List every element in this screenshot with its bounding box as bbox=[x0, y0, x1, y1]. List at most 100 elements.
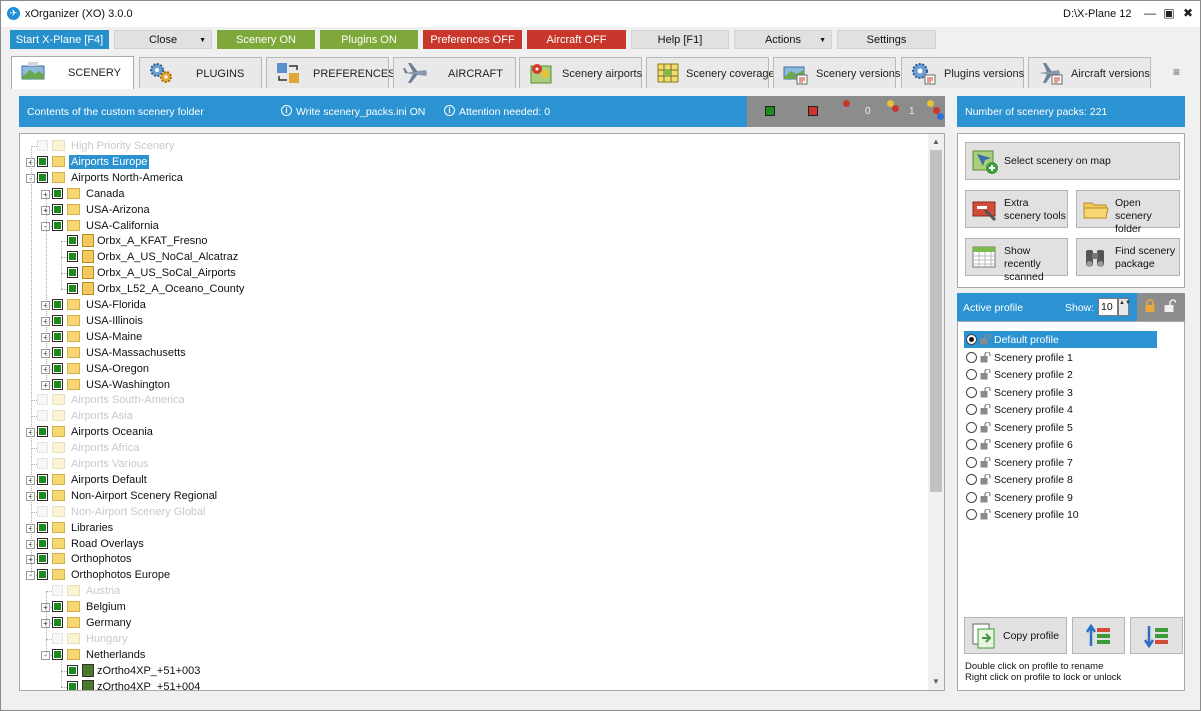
scenery-folder-row[interactable]: + USA-Illinois bbox=[20, 313, 920, 329]
profile-radio[interactable] bbox=[966, 456, 977, 468]
scenery-folder-row[interactable]: + USA-Arizona bbox=[20, 202, 920, 218]
enable-checkbox[interactable] bbox=[37, 426, 48, 438]
scenery-folder-row[interactable]: + Canada bbox=[20, 186, 920, 202]
scenery-folder-row[interactable]: Austria bbox=[20, 583, 920, 599]
enable-checkbox[interactable] bbox=[52, 378, 63, 390]
profile-item[interactable]: Default profile bbox=[964, 331, 1157, 348]
enable-checkbox[interactable] bbox=[37, 155, 48, 167]
scroll-up-icon[interactable]: ▲ bbox=[928, 134, 944, 150]
scenery-folder-row[interactable]: - Orthophotos Europe bbox=[20, 567, 920, 583]
enable-checkbox[interactable] bbox=[37, 140, 48, 151]
tab-scenery-airports[interactable]: Scenery airports bbox=[519, 57, 642, 88]
scenery-package-row[interactable]: Orbx_A_US_SoCal_Airports bbox=[20, 265, 920, 281]
scroll-down-icon[interactable]: ▼ bbox=[928, 674, 944, 690]
show-count-input[interactable]: 10 bbox=[1098, 298, 1118, 316]
scenery-folder-row[interactable]: Airports Africa bbox=[20, 440, 920, 456]
tab-scenery-coverage[interactable]: Scenery coverage bbox=[646, 57, 775, 88]
scenery-folder-row[interactable]: + USA-Florida bbox=[20, 297, 920, 313]
scenery-folder-row[interactable]: + Airports Europe bbox=[20, 154, 920, 170]
enable-checkbox[interactable] bbox=[67, 283, 78, 295]
scenery-folder-row[interactable]: + Orthophotos bbox=[20, 551, 920, 567]
scenery-folder-row[interactable]: + USA-Maine bbox=[20, 329, 920, 345]
profile-radio[interactable] bbox=[966, 491, 977, 503]
scenery-folder-row[interactable]: + Road Overlays bbox=[20, 536, 920, 552]
tab-plugins-versions[interactable]: Plugins versions bbox=[901, 57, 1024, 88]
profile-radio[interactable] bbox=[966, 404, 977, 415]
enable-checkbox[interactable] bbox=[52, 219, 63, 231]
enable-checkbox[interactable] bbox=[52, 346, 63, 358]
profile-item[interactable]: Scenery profile 2 bbox=[964, 366, 1157, 383]
enable-checkbox[interactable] bbox=[37, 171, 48, 183]
scenery-folder-row[interactable]: Airports South-America bbox=[20, 392, 920, 408]
scenery-folder-row[interactable]: + Libraries bbox=[20, 520, 920, 536]
enable-checkbox[interactable] bbox=[37, 410, 48, 422]
show-count-stepper[interactable]: ▲▼ bbox=[1118, 298, 1131, 316]
tab-scenery-versions[interactable]: Scenery versions bbox=[773, 57, 900, 88]
actions-dropdown-button[interactable]: Actions ▼ bbox=[734, 30, 832, 49]
tab-preferences[interactable]: PREFERENCES bbox=[266, 57, 396, 88]
profile-radio[interactable] bbox=[966, 334, 977, 345]
scenery-package-row[interactable]: zOrtho4XP_+51+003 bbox=[20, 663, 920, 679]
scenery-package-row[interactable]: Orbx_L52_A_Oceano_County bbox=[20, 281, 920, 297]
open-scenery-folder-button[interactable]: Open scenery folder bbox=[1076, 190, 1180, 235]
lock-icon[interactable] bbox=[1144, 299, 1156, 313]
scenery-folder-row[interactable]: Airports Asia bbox=[20, 408, 920, 424]
profile-radio[interactable] bbox=[966, 421, 977, 433]
settings-button[interactable]: Settings bbox=[837, 30, 936, 49]
profile-item[interactable]: Scenery profile 10 bbox=[964, 506, 1157, 523]
start-xplane-button[interactable]: Start X-Plane [F4] bbox=[10, 30, 109, 49]
tab-plugins[interactable]: PLUGINS bbox=[139, 57, 262, 88]
scenery-folder-row[interactable]: + Airports Default bbox=[20, 472, 920, 488]
scroll-thumb[interactable] bbox=[930, 150, 942, 492]
enable-checkbox[interactable] bbox=[37, 553, 48, 565]
enable-checkbox[interactable] bbox=[67, 267, 78, 279]
enable-checkbox[interactable] bbox=[37, 537, 48, 549]
help-button[interactable]: Help [F1] bbox=[631, 30, 729, 49]
aircraft-toggle-button[interactable]: Aircraft OFF bbox=[527, 30, 626, 49]
enable-checkbox[interactable] bbox=[37, 489, 48, 501]
scenery-folder-row[interactable]: + Germany bbox=[20, 615, 920, 631]
enable-checkbox[interactable] bbox=[52, 330, 63, 342]
enable-checkbox[interactable] bbox=[37, 458, 48, 469]
tab-aircraft[interactable]: AIRCRAFT bbox=[393, 57, 516, 88]
enable-checkbox[interactable] bbox=[37, 505, 48, 517]
profile-radio[interactable] bbox=[966, 509, 977, 520]
attention-status[interactable]: Attention needed: 0 bbox=[459, 106, 550, 118]
enable-checkbox[interactable] bbox=[37, 569, 48, 581]
scenery-folder-row[interactable]: + Non-Airport Scenery Regional bbox=[20, 488, 920, 504]
scenery-folder-row[interactable]: + Airports Oceania bbox=[20, 424, 920, 440]
disabled-legend-icon[interactable] bbox=[808, 106, 818, 116]
find-scenery-package-button[interactable]: Find scenery package bbox=[1076, 238, 1180, 276]
move-profile-down-button[interactable] bbox=[1130, 617, 1183, 654]
minimize-button[interactable]: — bbox=[1142, 5, 1158, 21]
select-scenery-on-map-button[interactable]: Select scenery on map bbox=[965, 142, 1180, 180]
plugins-toggle-button[interactable]: Plugins ON bbox=[320, 30, 418, 49]
enable-checkbox[interactable] bbox=[52, 203, 63, 215]
scenery-folder-row[interactable]: + USA-Massachusetts bbox=[20, 345, 920, 361]
profile-radio[interactable] bbox=[966, 474, 977, 485]
enable-checkbox[interactable] bbox=[67, 251, 78, 263]
profile-radio[interactable] bbox=[966, 369, 977, 380]
maximize-button[interactable]: ▣ bbox=[1161, 5, 1177, 21]
enable-checkbox[interactable] bbox=[67, 235, 78, 247]
move-profile-up-button[interactable] bbox=[1072, 617, 1125, 654]
enabled-legend-icon[interactable] bbox=[765, 106, 775, 116]
preferences-toggle-button[interactable]: Preferences OFF bbox=[423, 30, 522, 49]
close-window-button[interactable]: ✖ bbox=[1180, 5, 1196, 21]
scenery-folder-row[interactable]: High Priority Scenery bbox=[20, 138, 920, 154]
close-dropdown-button[interactable]: Close ▼ bbox=[114, 30, 212, 49]
unlock-icon[interactable] bbox=[1164, 299, 1176, 313]
enable-checkbox[interactable] bbox=[37, 473, 48, 485]
copy-profile-button[interactable]: Copy profile bbox=[964, 617, 1067, 654]
enable-checkbox[interactable] bbox=[37, 394, 48, 406]
profile-item[interactable]: Scenery profile 9 bbox=[964, 489, 1157, 506]
scenery-package-row[interactable]: Orbx_A_US_NoCal_Alcatraz bbox=[20, 249, 920, 265]
profile-item[interactable]: Scenery profile 4 bbox=[964, 401, 1157, 418]
scenery-folder-row[interactable]: - Netherlands bbox=[20, 647, 920, 663]
scenery-folder-row[interactable]: Airports Various bbox=[20, 456, 920, 472]
scenery-package-row[interactable]: zOrtho4XP_+51+004 bbox=[20, 679, 920, 690]
enable-checkbox[interactable] bbox=[52, 617, 63, 628]
profile-item[interactable]: Scenery profile 8 bbox=[964, 471, 1157, 488]
profile-radio[interactable] bbox=[966, 386, 977, 398]
profile-item[interactable]: Scenery profile 5 bbox=[964, 419, 1157, 436]
